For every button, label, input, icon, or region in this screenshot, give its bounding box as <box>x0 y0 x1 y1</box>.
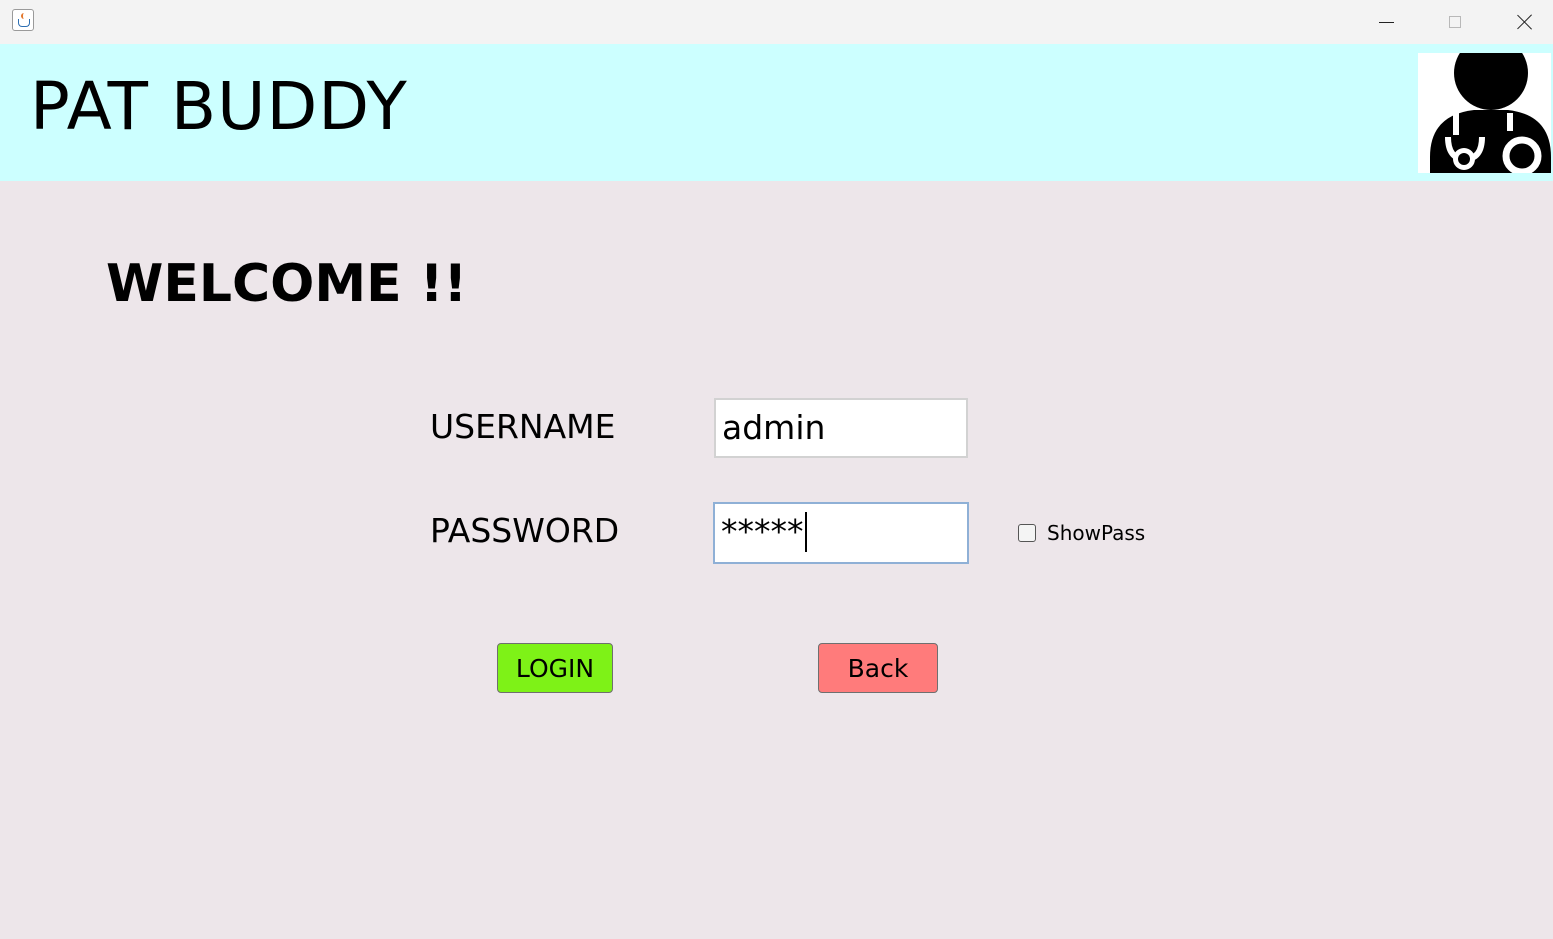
showpass-label: ShowPass <box>1047 521 1146 545</box>
maximize-icon <box>1449 16 1461 28</box>
username-field[interactable]: admin <box>714 398 968 458</box>
password-label: PASSWORD <box>430 511 620 550</box>
close-icon <box>1517 14 1533 30</box>
showpass-toggle[interactable]: ShowPass <box>1018 521 1145 545</box>
java-cup-icon[interactable] <box>12 9 34 31</box>
showpass-checkbox[interactable] <box>1018 524 1036 542</box>
close-button[interactable] <box>1490 0 1553 44</box>
minimize-icon <box>1378 21 1394 23</box>
login-button[interactable]: LOGIN <box>497 643 613 693</box>
header-banner: PAT BUDDY <box>0 44 1553 181</box>
doctor-stethoscope-icon <box>1418 53 1551 173</box>
username-value: admin <box>722 408 826 447</box>
password-field[interactable]: ***** <box>713 502 969 564</box>
password-value: ***** <box>721 512 804 551</box>
welcome-heading: WELCOME !! <box>106 254 468 314</box>
text-caret <box>804 511 807 552</box>
maximize-button[interactable] <box>1420 0 1490 44</box>
title-bar <box>0 0 1553 44</box>
minimize-button[interactable] <box>1351 0 1421 44</box>
app-title: PAT BUDDY <box>30 68 408 145</box>
username-label: USERNAME <box>430 407 616 446</box>
back-button[interactable]: Back <box>818 643 938 693</box>
